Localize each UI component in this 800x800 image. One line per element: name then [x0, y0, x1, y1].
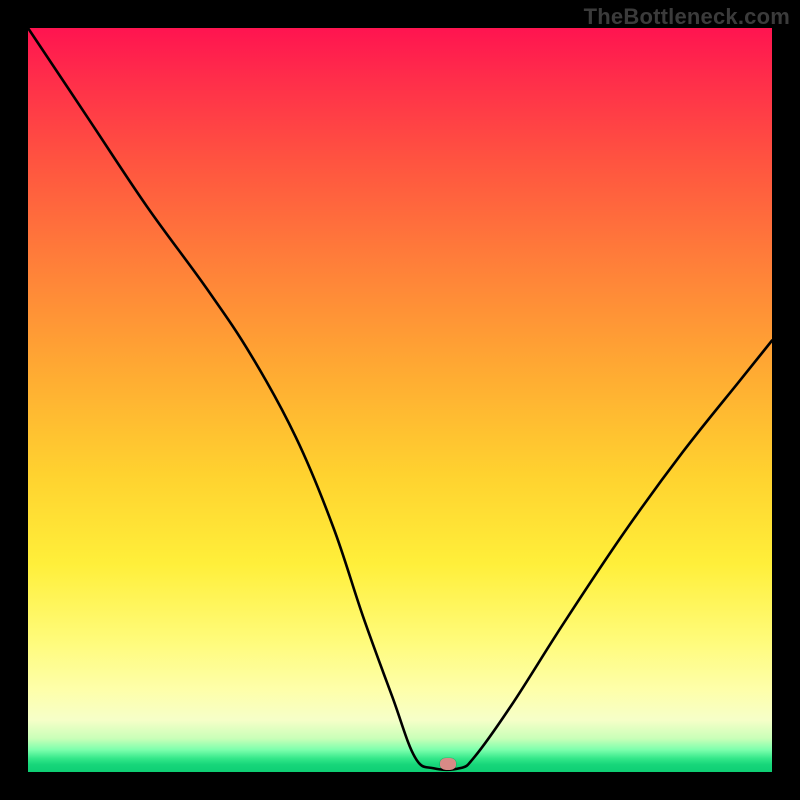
- watermark-text: TheBottleneck.com: [584, 4, 790, 30]
- bottleneck-curve: [28, 28, 772, 772]
- curve-path: [28, 28, 772, 770]
- optimal-point-marker: [440, 758, 456, 770]
- plot-area: [28, 28, 772, 772]
- chart-frame: TheBottleneck.com: [0, 0, 800, 800]
